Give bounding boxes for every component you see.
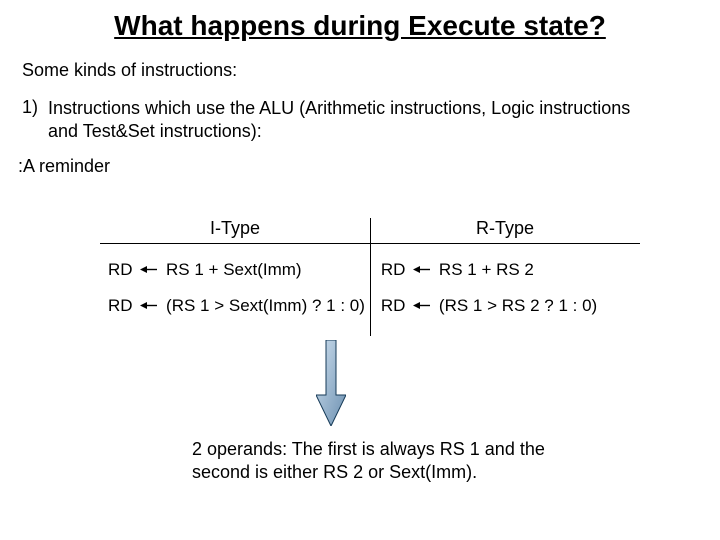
table-divider xyxy=(370,218,371,336)
table-row: RD RS 1 + RS 2 xyxy=(381,260,632,280)
cell-text: RS 1 + Sext(Imm) xyxy=(166,260,302,279)
list-item-1: 1) Instructions which use the ALU (Arith… xyxy=(0,81,720,142)
page-title: What happens during Execute state? xyxy=(0,0,720,42)
table-row: RD RS 1 + Sext(Imm) xyxy=(108,260,365,280)
col-rtype: RD RS 1 + RS 2 RD (RS 1 > RS 2 ? 1 : 0) xyxy=(373,244,640,344)
cell-text: RD xyxy=(108,260,133,279)
cell-text: RS 1 + RS 2 xyxy=(439,260,534,279)
footnote: 2 operands: The first is always RS 1 and… xyxy=(192,438,572,483)
instruction-table: I-Type R-Type RD RS 1 + Sext(Imm) RD (RS… xyxy=(100,218,640,344)
col-header-itype: I-Type xyxy=(100,218,370,243)
left-arrow-icon xyxy=(140,301,158,310)
intro-text: Some kinds of instructions: xyxy=(0,42,720,81)
cell-text: (RS 1 > Sext(Imm) ? 1 : 0) xyxy=(166,296,365,315)
reminder-label: :A reminder xyxy=(0,142,720,177)
col-header-rtype: R-Type xyxy=(370,218,640,243)
list-item-1-text: Instructions which use the ALU (Arithmet… xyxy=(48,97,660,142)
table-row: RD (RS 1 > Sext(Imm) ? 1 : 0) xyxy=(108,296,365,316)
cell-text: (RS 1 > RS 2 ? 1 : 0) xyxy=(439,296,597,315)
left-arrow-icon xyxy=(140,265,158,274)
list-item-1-number: 1) xyxy=(22,97,48,142)
cell-text: RD xyxy=(381,260,406,279)
cell-text: RD xyxy=(108,296,133,315)
down-arrow-icon xyxy=(316,340,346,426)
cell-text: RD xyxy=(381,296,406,315)
left-arrow-icon xyxy=(413,301,431,310)
left-arrow-icon xyxy=(413,265,431,274)
table-row: RD (RS 1 > RS 2 ? 1 : 0) xyxy=(381,296,632,316)
col-itype: RD RS 1 + Sext(Imm) RD (RS 1 > Sext(Imm)… xyxy=(100,244,373,344)
